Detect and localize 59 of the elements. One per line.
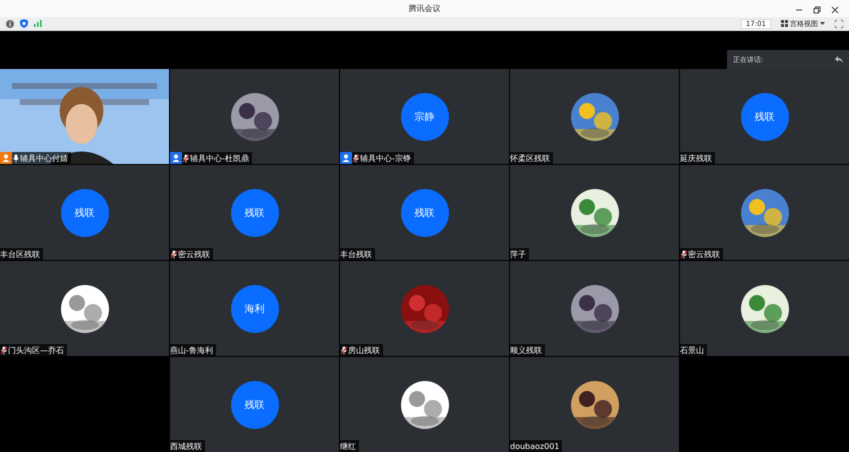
participant-name: 怀柔区残联 [510, 152, 551, 164]
reply-icon[interactable] [835, 56, 843, 63]
muted-mic-icon [182, 154, 190, 162]
participant-name: 密云残联 [688, 248, 721, 260]
shield-icon[interactable] [20, 19, 28, 28]
video-tile[interactable]: 辅具中心付婧 [0, 69, 169, 164]
grid-icon [781, 20, 788, 28]
participant-name: 房山残联 [348, 344, 381, 356]
restore-icon[interactable] [813, 6, 821, 14]
avatar: 残联 [400, 188, 448, 236]
participant-name: 辅具中心付婧 [20, 152, 69, 164]
avatar: 宗静 [400, 92, 448, 140]
video-tile[interactable]: 萍子 [510, 165, 679, 260]
video-tile[interactable]: 继红 [340, 357, 509, 452]
video-tile[interactable]: 宗静 辅具中心-宗铮 [340, 69, 509, 164]
caret-icon [820, 22, 825, 26]
muted-mic-icon [340, 346, 348, 354]
video-tile[interactable]: 海利 燕山-鲁海利 [170, 261, 339, 356]
video-tile[interactable]: 残联 西城残联 [170, 357, 339, 452]
participant-name: 西城残联 [170, 440, 203, 452]
participant-name: 门头沟区—乔石 [8, 344, 65, 356]
video-tile[interactable]: doubaoz001 [510, 357, 679, 452]
participant-name: 燕山-鲁海利 [170, 344, 214, 356]
participant-name: 顺义残联 [510, 344, 543, 356]
muted-mic-icon [170, 250, 178, 258]
close-icon[interactable] [831, 6, 839, 14]
participant-name: 丰台区残联 [0, 248, 41, 260]
video-tile[interactable]: 残联 丰台残联 [340, 165, 509, 260]
video-tile[interactable]: 残联 丰台区残联 [0, 165, 169, 260]
avatar: 残联 [740, 92, 788, 140]
video-tile[interactable]: 辅具中心-杜凯鼎 [170, 69, 339, 164]
mic-icon [12, 154, 20, 162]
video-tile[interactable]: 石景山 [680, 261, 849, 356]
info-icon[interactable] [6, 20, 14, 28]
participant-name: 萍子 [510, 248, 527, 260]
muted-mic-icon [352, 154, 360, 162]
participant-name: 辅具中心-宗铮 [360, 152, 412, 164]
video-tile[interactable]: 房山残联 [340, 261, 509, 356]
participant-name: doubaoz001 [510, 442, 560, 450]
video-tile[interactable]: 门头沟区—乔石 [0, 261, 169, 356]
video-tile[interactable]: 顺义残联 [510, 261, 679, 356]
muted-mic-icon [680, 250, 688, 258]
avatar: 残联 [60, 188, 108, 236]
participant-name: 继红 [340, 440, 357, 452]
video-tile[interactable]: 怀柔区残联 [510, 69, 679, 164]
avatar: 残联 [230, 380, 278, 428]
video-tile[interactable]: 密云残联 [680, 165, 849, 260]
muted-mic-icon [0, 346, 8, 354]
video-tile[interactable]: 残联 延庆残联 [680, 69, 849, 164]
participant-name: 辅具中心-杜凯鼎 [190, 152, 250, 164]
participant-name: 丰台残联 [340, 248, 373, 260]
participant-name: 石景山 [680, 344, 705, 356]
avatar: 残联 [230, 188, 278, 236]
avatar: 海利 [230, 284, 278, 332]
fullscreen-icon[interactable] [835, 20, 843, 28]
video-tile[interactable]: 残联 密云残联 [170, 165, 339, 260]
participant-name: 密云残联 [178, 248, 211, 260]
participant-name: 延庆残联 [680, 152, 713, 164]
window-title: 腾讯会议 [408, 3, 440, 14]
